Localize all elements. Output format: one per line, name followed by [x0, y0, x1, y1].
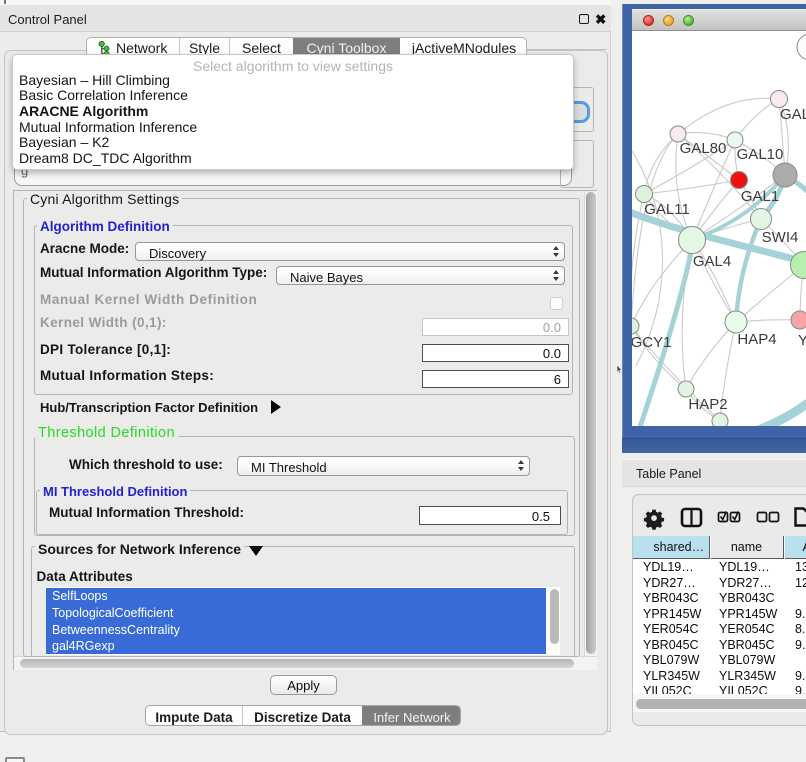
svg-text:GAL80: GAL80: [680, 140, 727, 157]
svg-text:HAP2: HAP2: [688, 396, 727, 413]
svg-text:GAL7: GAL7: [780, 106, 806, 123]
svg-text:YJ: YJ: [798, 332, 806, 349]
svg-text:HAP4: HAP4: [737, 331, 776, 348]
svg-text:GAL4: GAL4: [693, 253, 731, 270]
svg-text:GAL1: GAL1: [741, 188, 779, 205]
svg-text:GCY1: GCY1: [632, 334, 671, 351]
svg-text:GAL10: GAL10: [737, 146, 784, 163]
svg-text:SWI4: SWI4: [762, 229, 799, 246]
svg-text:GAL11: GAL11: [644, 201, 690, 218]
